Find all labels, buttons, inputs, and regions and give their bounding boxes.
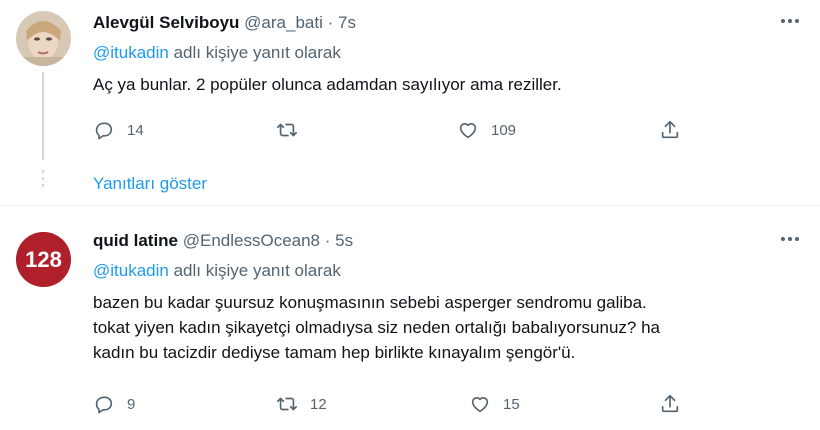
author-name[interactable]: Alevgül Selviboyu: [93, 13, 239, 32]
tweet-text-line: tokat yiyen kadın şikayetçi olmadıysa si…: [93, 318, 660, 337]
like-button[interactable]: 109: [457, 118, 516, 142]
share-icon: [661, 394, 679, 413]
show-replies-row[interactable]: Yanıtları göster: [0, 160, 820, 205]
more-button[interactable]: [768, 230, 804, 252]
retweet-button[interactable]: 12: [276, 392, 327, 416]
reply-icon: [95, 396, 113, 414]
thread-dots: [40, 170, 44, 191]
timestamp[interactable]: 5s: [335, 231, 353, 250]
like-button[interactable]: 15: [469, 392, 520, 416]
tweet-2[interactable]: 128 quid latine @EndlessOcean8 · 5s @itu…: [0, 205, 820, 430]
separator: ·: [327, 13, 334, 32]
avatar-text: 128: [25, 247, 62, 272]
share-icon: [661, 120, 679, 139]
tweet-text-line: bazen bu kadar şuursuz konuşmasının sebe…: [93, 293, 647, 312]
like-icon: [459, 123, 477, 139]
replying-suffix: adlı kişiye yanıt olarak: [173, 43, 341, 62]
reply-count: 14: [127, 121, 144, 139]
more-icon: [781, 19, 799, 23]
retweet-count: 12: [310, 395, 327, 413]
replying-to: @itukadin adlı kişiye yanıt olarak: [93, 260, 804, 282]
replying-handle[interactable]: @itukadin: [93, 261, 169, 280]
tweet-1[interactable]: Alevgül Selviboyu @ara_bati · 7s @itukad…: [0, 0, 820, 160]
like-icon: [471, 397, 489, 413]
avatar[interactable]: 128: [16, 232, 71, 287]
tweet-header: quid latine @EndlessOcean8 · 5s: [93, 230, 804, 252]
reply-button[interactable]: 14: [93, 118, 144, 142]
reply-icon: [95, 122, 113, 140]
author-handle[interactable]: @EndlessOcean8: [183, 231, 320, 250]
replying-suffix: adlı kişiye yanıt olarak: [173, 261, 341, 280]
separator: ·: [324, 231, 331, 250]
replying-to: @itukadin adlı kişiye yanıt olarak: [93, 42, 804, 64]
retweet-icon: [277, 123, 297, 137]
reply-button[interactable]: 9: [93, 392, 135, 416]
show-replies-link[interactable]: Yanıtları göster: [93, 174, 207, 194]
timestamp[interactable]: 7s: [338, 13, 356, 32]
replying-handle[interactable]: @itukadin: [93, 43, 169, 62]
action-bar: 14 109: [93, 118, 693, 142]
tweet-text-line: kadın bu tacizdir dediyse tamam hep birl…: [93, 343, 576, 362]
author-name[interactable]: quid latine: [93, 231, 178, 250]
avatar-photo: [16, 11, 71, 66]
avatar[interactable]: [16, 11, 71, 66]
more-icon: [781, 237, 799, 241]
author-handle[interactable]: @ara_bati: [244, 13, 323, 32]
reply-count: 9: [127, 395, 136, 413]
retweet-button[interactable]: [276, 118, 298, 142]
thread-line: [42, 72, 44, 160]
tweet-header: Alevgül Selviboyu @ara_bati · 7s: [93, 12, 804, 34]
like-count: 15: [503, 395, 520, 413]
action-bar: 9 12 15: [93, 392, 693, 416]
tweet-text: Aç ya bunlar. 2 popüler olunca adamdan s…: [93, 75, 562, 94]
retweet-icon: [277, 397, 297, 411]
like-count: 109: [491, 121, 517, 139]
share-button[interactable]: [659, 392, 681, 416]
more-button[interactable]: [768, 12, 804, 34]
tweet-text: bazen bu kadar şuursuz konuşmasının sebe…: [93, 290, 804, 365]
share-button[interactable]: [659, 118, 681, 142]
